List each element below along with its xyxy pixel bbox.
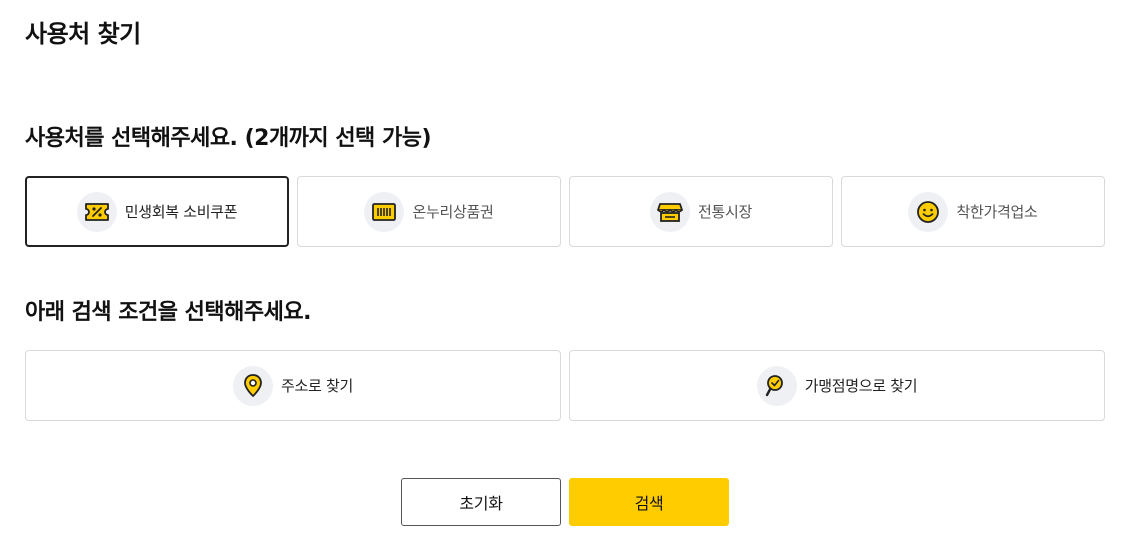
search-button[interactable]: 검색 bbox=[569, 478, 729, 526]
page-title: 사용처 찾기 bbox=[25, 20, 141, 48]
usage-option-onnuri[interactable]: 온누리상품권 bbox=[297, 176, 561, 247]
gift-card-icon bbox=[364, 191, 405, 232]
usage-option-label: 온누리상품권 bbox=[412, 203, 494, 221]
search-option-label: 주소로 찾기 bbox=[281, 377, 353, 395]
search-option-label: 가맹점명으로 찾기 bbox=[804, 377, 918, 395]
usage-option-label: 민생회복 소비쿠폰 bbox=[124, 203, 238, 221]
reset-button[interactable]: 초기화 bbox=[401, 478, 561, 526]
usage-option-market[interactable]: 전통시장 bbox=[569, 176, 833, 247]
market-stall-icon bbox=[649, 191, 690, 232]
search-section-title: 아래 검색 조건을 선택해주세요. bbox=[25, 300, 311, 325]
usage-option-coupon[interactable]: 민생회복 소비쿠폰 bbox=[25, 176, 289, 247]
smile-icon bbox=[908, 191, 949, 232]
usage-option-label: 전통시장 bbox=[697, 203, 752, 221]
usage-option-label: 착한가격업소 bbox=[956, 203, 1038, 221]
usage-option-good-price[interactable]: 착한가격업소 bbox=[841, 176, 1105, 247]
search-by-store-name[interactable]: 가맹점명으로 찾기 bbox=[569, 350, 1105, 421]
location-pin-icon bbox=[233, 365, 274, 406]
store-search-icon bbox=[756, 365, 797, 406]
coupon-icon bbox=[76, 191, 117, 232]
usage-section-title: 사용처를 선택해주세요. (2개까지 선택 가능) bbox=[25, 126, 432, 151]
search-by-address[interactable]: 주소로 찾기 bbox=[25, 350, 561, 421]
